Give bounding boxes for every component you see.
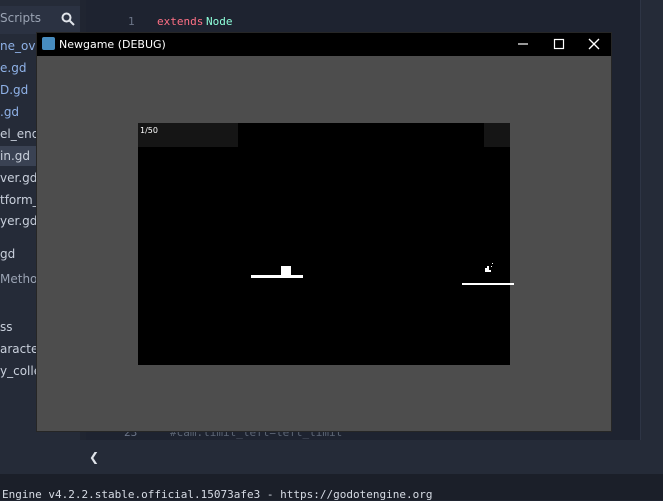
platform xyxy=(251,275,303,278)
search-icon[interactable] xyxy=(60,11,76,27)
hud-panel-right xyxy=(484,123,510,147)
minimap xyxy=(640,0,663,474)
platform xyxy=(462,283,514,285)
game-window: Newgame (DEBUG) 1/50 xyxy=(36,32,612,432)
maximize-icon[interactable] xyxy=(551,36,567,52)
code-type: Node xyxy=(206,15,233,28)
game-viewport[interactable]: 1/50 xyxy=(138,123,514,365)
scripts-title: Scripts xyxy=(0,11,42,25)
minimize-icon[interactable] xyxy=(515,36,531,52)
code-keyword: extends xyxy=(157,15,204,28)
status-text: Engine v4.2.2.stable.official.15073afe3 … xyxy=(2,488,433,501)
editor-bottom-bar xyxy=(80,440,663,474)
close-icon[interactable] xyxy=(586,36,602,52)
collectible-counter: 1/50 xyxy=(140,126,158,135)
godot-icon xyxy=(42,37,55,50)
window-title: Newgame (DEBUG) xyxy=(59,38,166,51)
collapse-icon[interactable]: ❮ xyxy=(89,450,99,464)
line-number: 1 xyxy=(128,15,135,28)
sparkle-icon xyxy=(485,263,493,272)
window-titlebar[interactable]: Newgame (DEBUG) xyxy=(37,33,611,56)
player-block xyxy=(281,266,291,276)
